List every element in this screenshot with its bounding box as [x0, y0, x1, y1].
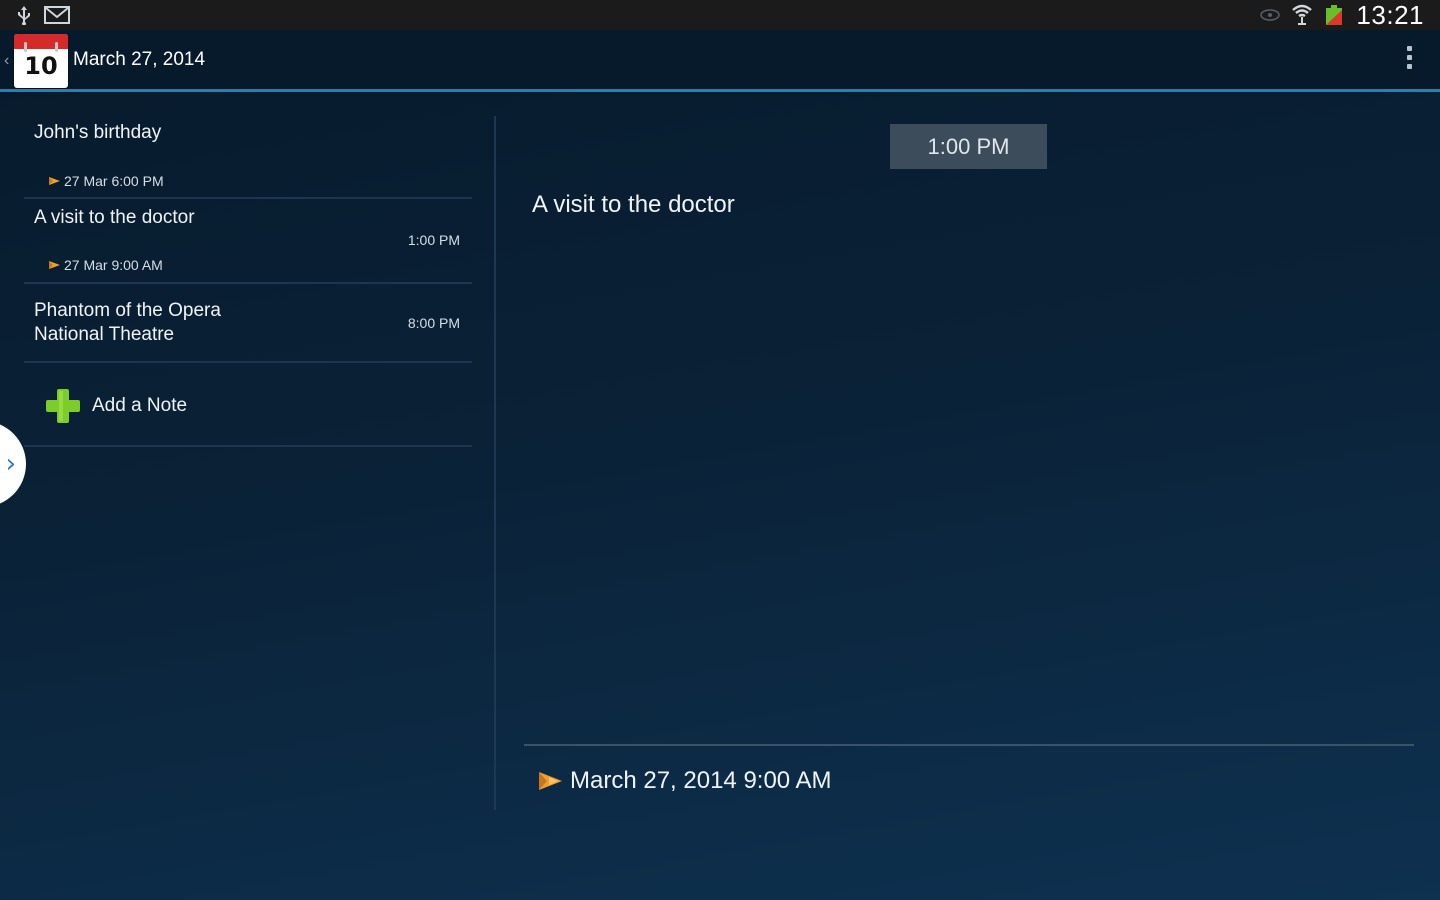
chevron-right-icon: ›: [5, 449, 16, 479]
status-clock: 13:21: [1356, 0, 1424, 30]
wifi-icon: [1292, 4, 1313, 26]
add-note-button[interactable]: Add a Note: [44, 387, 187, 425]
detail-time-button[interactable]: 1:00 PM: [890, 124, 1047, 169]
list-item-time: 1:00 PM: [407, 232, 460, 248]
list-item[interactable]: A visit to the doctor 1:00 PM 27 Mar 9:0…: [24, 199, 472, 284]
reminder-bell-icon: [49, 261, 60, 269]
page-title: March 27, 2014: [73, 49, 206, 70]
list-item-alarm-text: 27 Mar 9:00 AM: [64, 257, 163, 273]
list-item-alarm-text: 27 Mar 6:00 PM: [64, 173, 164, 189]
list-item-subtitle: National Theatre: [34, 324, 175, 345]
calendar-app-icon[interactable]: 10: [14, 34, 68, 88]
detail-reminder[interactable]: March 27, 2014 9:00 AM: [536, 766, 832, 796]
action-bar-divider: [0, 89, 1440, 92]
detail-divider: [524, 744, 1414, 746]
battery-icon: [1324, 4, 1344, 26]
list-item-title: Phantom of the Opera: [34, 300, 221, 321]
action-bar: ‹ 10 March 27, 2014: [0, 30, 1440, 90]
notes-list: John's birthday 27 Mar 6:00 PM A visit t…: [24, 110, 472, 447]
list-item-time: 8:00 PM: [407, 315, 460, 331]
back-chevron-icon[interactable]: ‹: [4, 52, 9, 70]
plus-icon: [46, 389, 80, 423]
drawer-toggle[interactable]: ›: [0, 421, 26, 507]
add-note-row[interactable]: Add a Note: [24, 363, 472, 447]
add-note-label: Add a Note: [92, 395, 188, 416]
status-bar: 13:21: [0, 0, 1440, 30]
list-item-title: John's birthday: [34, 122, 162, 143]
usb-icon: [16, 5, 32, 25]
gmail-icon: [44, 6, 70, 24]
reminder-bell-icon: [539, 772, 562, 790]
list-item-title: A visit to the doctor: [34, 207, 195, 228]
app-icon-day: 10: [24, 52, 58, 80]
eye-icon: [1260, 9, 1281, 21]
list-item-alarm: 27 Mar 9:00 AM: [48, 257, 163, 273]
reminder-bell-icon: [49, 177, 60, 185]
detail-reminder-text: March 27, 2014 9:00 AM: [570, 767, 832, 794]
list-item[interactable]: Phantom of the Opera National Theatre 8:…: [24, 284, 472, 363]
list-item-alarm: 27 Mar 6:00 PM: [48, 173, 164, 189]
list-item[interactable]: John's birthday 27 Mar 6:00 PM: [24, 110, 472, 199]
pane-divider: [494, 116, 496, 810]
detail-title: A visit to the doctor: [532, 191, 735, 218]
overflow-menu-icon[interactable]: [1404, 46, 1414, 69]
